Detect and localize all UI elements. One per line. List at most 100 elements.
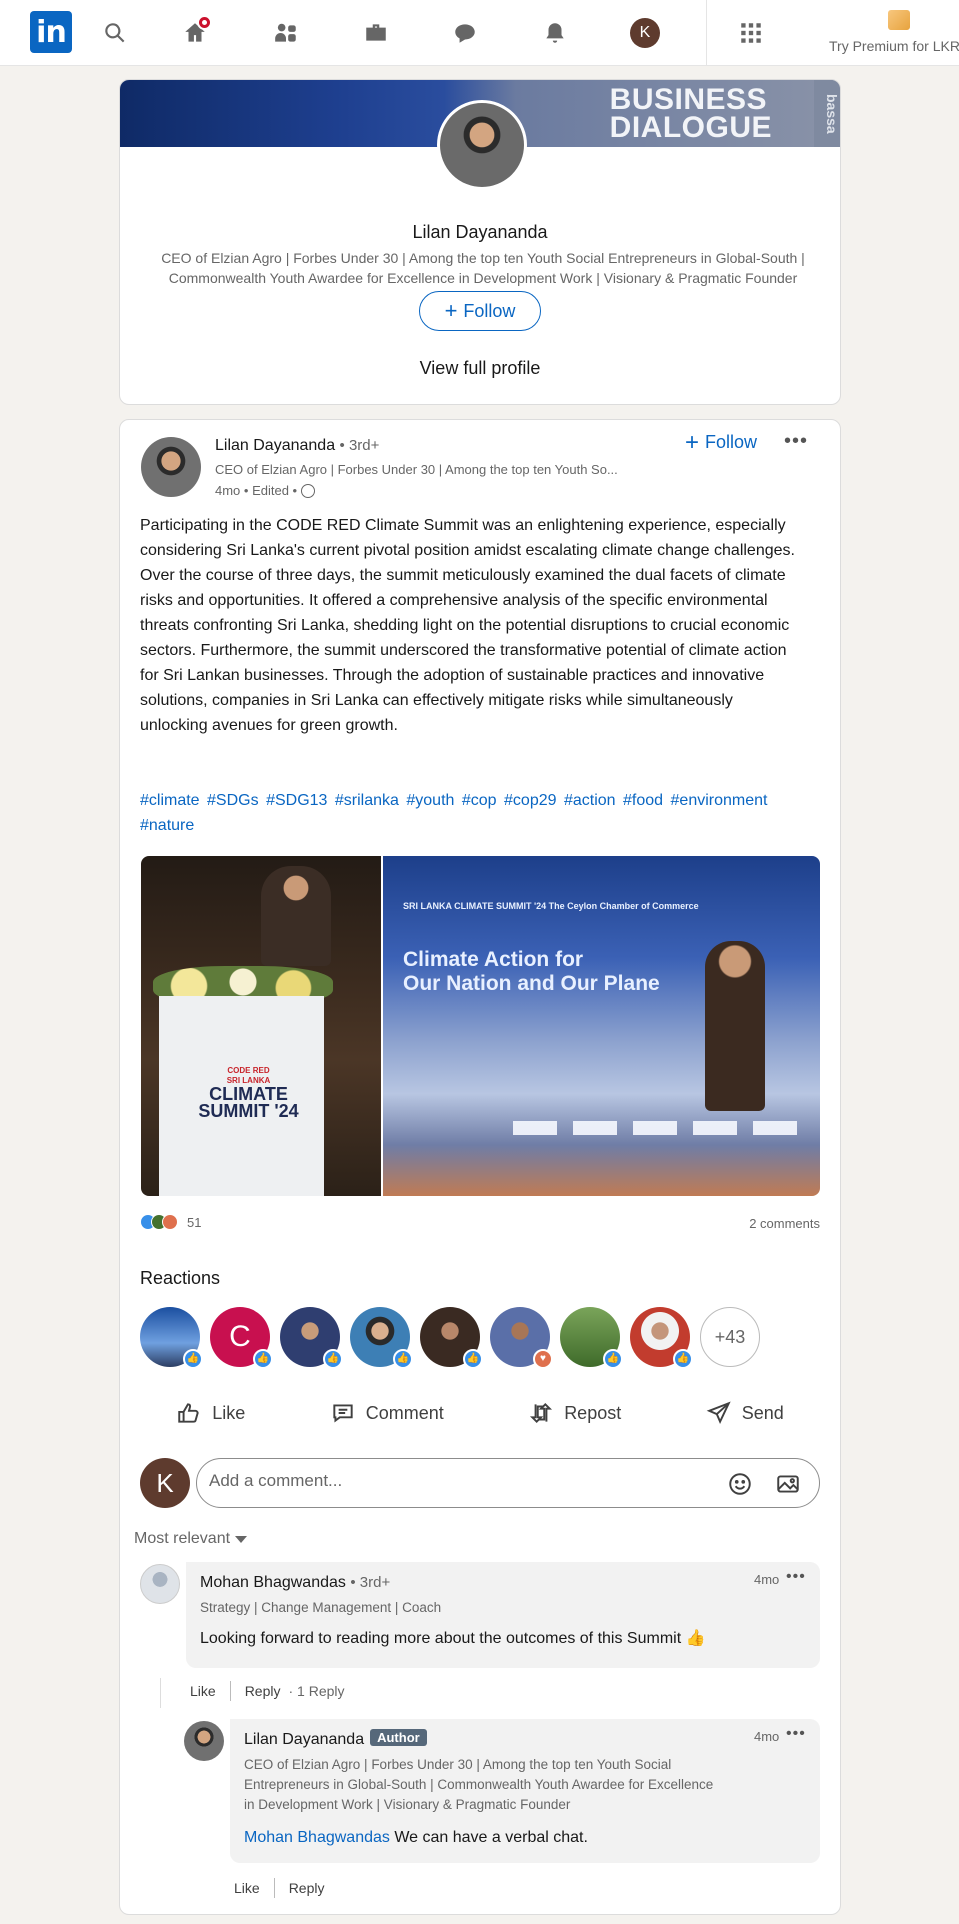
- reactor-avatar[interactable]: C 👍: [210, 1307, 273, 1369]
- comment-actions: Like Reply · 1 Reply: [190, 1681, 345, 1701]
- reactor-avatar[interactable]: 👍: [560, 1307, 623, 1369]
- reply-actions: Like Reply: [234, 1878, 324, 1898]
- repost-button[interactable]: Repost: [528, 1400, 621, 1426]
- like-icon: 👍: [323, 1349, 343, 1369]
- author-avatar[interactable]: [141, 437, 201, 497]
- comment-icon: [333, 1404, 353, 1423]
- profile-name[interactable]: Lilan Dayananda: [120, 222, 840, 243]
- author-headline: CEO of Elzian Agro | Forbes Under 30 | A…: [215, 462, 618, 477]
- commenter-name[interactable]: Mohan Bhagwandas • 3rd+: [200, 1574, 390, 1592]
- like-icon: 👍: [183, 1349, 203, 1369]
- comment-text: Looking forward to reading more about th…: [200, 1630, 706, 1647]
- post-card: Lilan Dayananda • 3rd+ CEO of Elzian Agr…: [119, 419, 841, 1915]
- comment-like-button[interactable]: Like: [190, 1683, 216, 1699]
- hashtag-link[interactable]: #srilanka: [335, 792, 399, 809]
- follow-button[interactable]: + Follow: [419, 291, 541, 331]
- backdrop-caption: Climate Action for Our Nation and Our Pl…: [403, 948, 660, 995]
- reactor-avatar[interactable]: 👍: [420, 1307, 483, 1369]
- hashtag-link[interactable]: #climate: [140, 792, 200, 809]
- send-icon: [706, 1401, 731, 1425]
- hashtag-link[interactable]: #environment: [671, 792, 768, 809]
- like-icon: 👍: [603, 1349, 623, 1369]
- more-options-icon[interactable]: •••: [784, 430, 808, 453]
- reply-author-avatar[interactable]: [184, 1721, 224, 1761]
- backdrop-photo[interactable]: SRI LANKA CLIMATE SUMMIT '24 The Ceylon …: [383, 856, 820, 1196]
- plus-icon: +: [444, 298, 458, 323]
- post-actions: Like Comment Repost Send: [120, 1388, 840, 1438]
- notifications-icon[interactable]: [538, 16, 572, 50]
- sort-dropdown[interactable]: Most relevant: [134, 1530, 248, 1548]
- reply-like-button[interactable]: Like: [234, 1880, 260, 1896]
- hashtag-link[interactable]: #SDGs: [207, 792, 259, 809]
- banner-text: BUSINESS DIALOGUE: [609, 83, 772, 144]
- thread-line: [160, 1678, 161, 1708]
- more-reactors-button[interactable]: +43: [700, 1307, 760, 1367]
- jobs-icon[interactable]: [359, 16, 393, 50]
- top-navigation-bar: in K Try Premium for LKR0: [0, 0, 959, 66]
- view-full-profile-link[interactable]: View full profile: [120, 358, 840, 379]
- hashtags: #climate #SDGs #SDG13 #srilanka #youth #…: [140, 788, 810, 838]
- reactor-avatar[interactable]: 👍: [140, 1307, 203, 1369]
- reactor-avatar[interactable]: ♥: [490, 1307, 553, 1369]
- post-timestamp: 4mo • Edited •: [215, 483, 316, 498]
- divider: [273, 1878, 275, 1898]
- mention-link[interactable]: Mohan Bhagwandas: [244, 1829, 390, 1846]
- reactors-list: 👍 C 👍 👍 👍 👍 ♥ 👍 👍 +43: [140, 1307, 760, 1369]
- reply-count[interactable]: · 1 Reply: [288, 1683, 344, 1699]
- hashtag-link[interactable]: #SDG13: [266, 792, 327, 809]
- like-button[interactable]: Like: [176, 1400, 245, 1426]
- reactor-avatar[interactable]: 👍: [280, 1307, 343, 1369]
- connection-degree: • 3rd+: [339, 437, 380, 454]
- follow-button[interactable]: + Follow: [685, 430, 757, 454]
- like-icon: 👍: [673, 1349, 693, 1369]
- reply-author-headline: CEO of Elzian Agro | Forbes Under 30 | A…: [244, 1757, 714, 1812]
- connection-degree: • 3rd+: [350, 1574, 391, 1591]
- commenter-headline: Strategy | Change Management | Coach: [200, 1600, 442, 1615]
- person-figure: [705, 941, 765, 1111]
- home-icon[interactable]: [178, 15, 212, 50]
- add-comment-input[interactable]: [209, 1471, 709, 1491]
- like-icon: 👍: [463, 1349, 483, 1369]
- more-options-icon[interactable]: •••: [786, 1725, 806, 1743]
- author-name[interactable]: Lilan Dayananda • 3rd+: [215, 437, 379, 455]
- comment-bubble: Mohan Bhagwandas • 3rd+ Strategy | Chang…: [186, 1562, 820, 1668]
- messaging-icon[interactable]: [448, 16, 482, 50]
- image-icon[interactable]: [775, 1471, 801, 1497]
- emoji-icon[interactable]: [727, 1471, 753, 1497]
- reply-reply-button[interactable]: Reply: [289, 1880, 325, 1896]
- me-avatar[interactable]: K: [630, 18, 660, 48]
- hashtag-link[interactable]: #food: [623, 792, 663, 809]
- my-network-icon[interactable]: [269, 16, 303, 50]
- hashtag-link[interactable]: #action: [564, 792, 616, 809]
- premium-icon[interactable]: [888, 10, 910, 30]
- like-icon: 👍: [253, 1349, 273, 1369]
- podium-photo[interactable]: CODE RED SRI LANKA CLIMATE SUMMIT '24: [141, 856, 381, 1196]
- hashtag-link[interactable]: #nature: [140, 817, 194, 834]
- hashtag-link[interactable]: #cop29: [504, 792, 557, 809]
- more-options-icon[interactable]: •••: [786, 1568, 806, 1586]
- apps-grid-icon[interactable]: [734, 16, 768, 50]
- try-premium-link[interactable]: Try Premium for LKR0: [829, 38, 959, 54]
- comment-box: [196, 1458, 820, 1508]
- search-icon[interactable]: [98, 16, 132, 50]
- thumbs-up-icon: [178, 1403, 199, 1423]
- reactions-summary[interactable]: 51: [140, 1214, 201, 1230]
- comments-count-link[interactable]: 2 comments: [749, 1216, 820, 1231]
- linkedin-logo[interactable]: in: [30, 11, 72, 53]
- profile-photo[interactable]: [437, 100, 527, 190]
- reactor-avatar[interactable]: 👍: [630, 1307, 693, 1369]
- notification-badge: [197, 15, 212, 30]
- post-images[interactable]: CODE RED SRI LANKA CLIMATE SUMMIT '24 SR…: [141, 856, 820, 1196]
- profile-headline: CEO of Elzian Agro | Forbes Under 30 | A…: [161, 250, 805, 286]
- send-button[interactable]: Send: [706, 1400, 784, 1426]
- comment-button[interactable]: Comment: [330, 1400, 444, 1426]
- reactor-avatar[interactable]: 👍: [350, 1307, 413, 1369]
- divider: [229, 1681, 231, 1701]
- hashtag-link[interactable]: #cop: [462, 792, 497, 809]
- reply-author-name[interactable]: Lilan Dayananda Author: [244, 1729, 427, 1749]
- commenter-avatar[interactable]: [140, 1564, 180, 1604]
- reply-bubble: Lilan Dayananda Author CEO of Elzian Agro…: [230, 1719, 820, 1863]
- globe-icon: [301, 483, 316, 498]
- comment-reply-button[interactable]: Reply: [245, 1683, 281, 1699]
- hashtag-link[interactable]: #youth: [406, 792, 454, 809]
